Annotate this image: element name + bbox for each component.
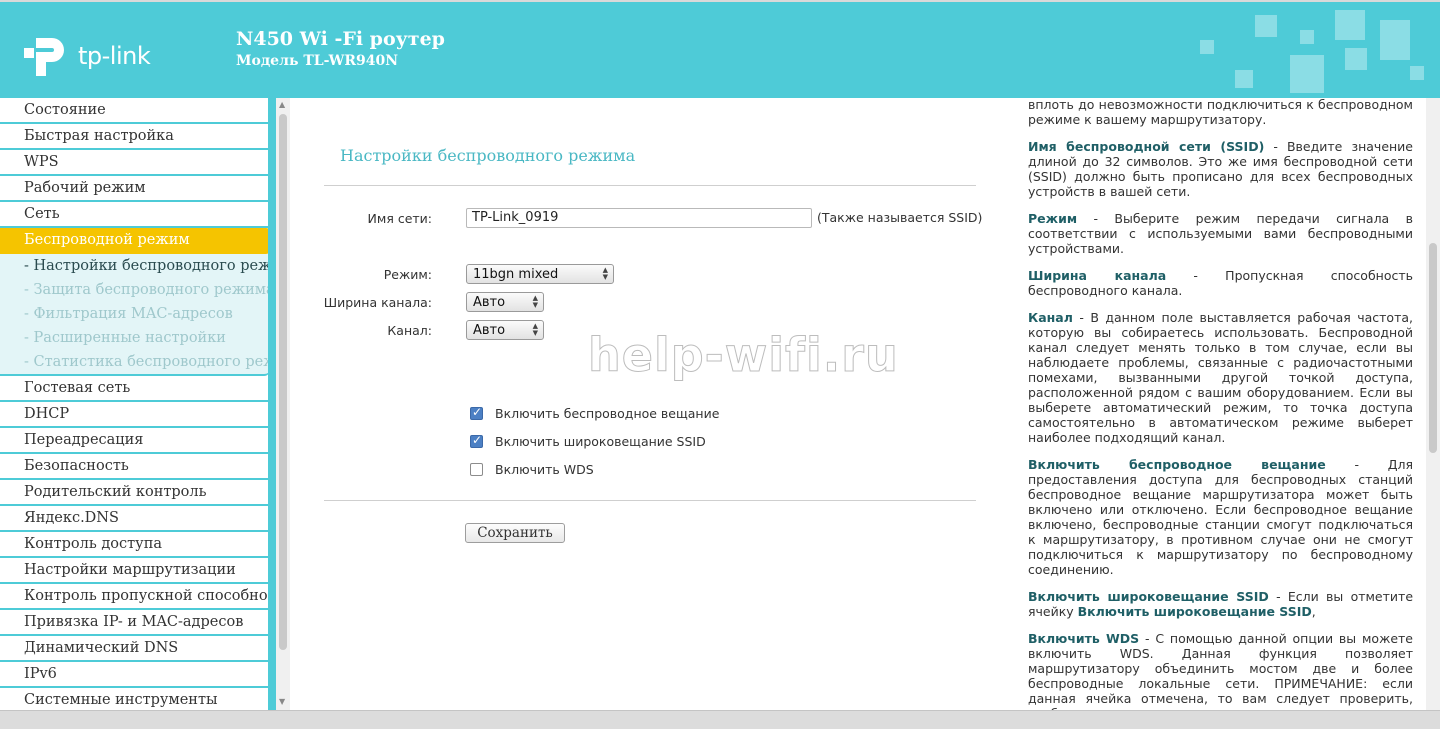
sidebar-item-ddns[interactable]: Динамический DNS	[0, 636, 270, 662]
ssid-input[interactable]: TP-Link_0919	[466, 208, 812, 228]
sidebar-item-bandwidth-control[interactable]: Контроль пропускной способности	[0, 584, 270, 610]
save-button[interactable]: Сохранить	[465, 523, 565, 543]
tp-link-logo: tp-link	[24, 28, 164, 80]
channel-width-label: Ширина канала:	[323, 295, 432, 310]
sidebar-item-guest-network[interactable]: Гостевая сеть	[0, 376, 270, 402]
sidebar-scrollbar-thumb[interactable]	[279, 114, 287, 650]
help-term-wds: Включить WDS	[1028, 631, 1140, 646]
help-term-ssid: Имя беспроводной сети (SSID)	[1028, 139, 1265, 154]
sidebar-item-dhcp[interactable]: DHCP	[0, 402, 270, 428]
sidebar-item-parental-control[interactable]: Родительский контроль	[0, 480, 270, 506]
sidebar-border	[268, 98, 276, 710]
decor-square	[1345, 48, 1367, 70]
channel-width-value: Авто	[473, 295, 506, 310]
sidebar-item-ip-mac-binding[interactable]: Привязка IP- и MAC-адресов	[0, 610, 270, 636]
sidebar-item-operation-mode[interactable]: Рабочий режим	[0, 176, 270, 202]
help-panel: вплоть до невозможности подключиться к б…	[1012, 98, 1426, 710]
help-text: вплоть до невозможности подключиться к б…	[1028, 98, 1413, 710]
sidebar-item-access-control[interactable]: Контроль доступа	[0, 532, 270, 558]
help-term-channel: Канал	[1028, 310, 1073, 325]
model-title: N450 Wi -Fi роутер	[236, 28, 445, 50]
help-term-broadcast: Включить беспроводное вещание	[1028, 457, 1326, 472]
help-term-width: Ширина канала	[1028, 268, 1167, 283]
checkbox-label: Включить беспроводное вещание	[495, 406, 720, 421]
decor-square	[1335, 10, 1365, 40]
decor-square	[1300, 30, 1314, 44]
ssid-hint: (Также называется SSID)	[817, 210, 983, 225]
sidebar-scrollbar[interactable]: ▲ ▼	[276, 98, 290, 710]
sidebar-subitem-mac-filtering[interactable]: - Фильтрация MAC-адресов	[0, 302, 270, 326]
sidebar-item-wireless[interactable]: Беспроводной режим	[0, 228, 270, 254]
select-arrows-icon: ▲ ▼	[532, 322, 538, 337]
sidebar-item-routing[interactable]: Настройки маршрутизации	[0, 558, 270, 584]
sidebar-item-status[interactable]: Состояние	[0, 98, 270, 124]
sidebar-item-forwarding[interactable]: Переадресация	[0, 428, 270, 454]
sidebar-submenu-wireless: - Настройки беспроводного режима - Защит…	[0, 254, 270, 376]
checkbox-checked-icon[interactable]	[470, 405, 483, 420]
main-panel: Настройки беспроводного режима Имя сети:…	[290, 98, 1012, 710]
scroll-down-icon[interactable]: ▼	[279, 698, 285, 706]
model-subtitle: Модель TL-WR940N	[236, 53, 399, 69]
mode-label: Режим:	[383, 267, 432, 282]
watermark: help-wifi.ru	[588, 328, 899, 383]
sidebar-item-yandex-dns[interactable]: Яндекс.DNS	[0, 506, 270, 532]
decor-square	[1235, 70, 1253, 88]
decor-square	[1410, 66, 1424, 80]
sidebar-subitem-wireless-settings[interactable]: - Настройки беспроводного режима	[0, 254, 270, 278]
divider	[324, 500, 976, 501]
horizontal-scrollbar[interactable]	[0, 710, 1440, 729]
help-desc-ssid-broadcast-end: ,	[1311, 604, 1316, 619]
help-term-ssid-broadcast: Включить широковещание SSID	[1028, 589, 1269, 604]
help-scrollbar-thumb[interactable]	[1429, 243, 1437, 453]
ssid-label: Имя сети:	[367, 211, 432, 226]
channel-width-select[interactable]: Авто ▲ ▼	[466, 292, 544, 312]
checkbox-unchecked-icon[interactable]	[470, 463, 483, 476]
help-term-mode: Режим	[1028, 211, 1078, 226]
sidebar-item-network[interactable]: Сеть	[0, 202, 270, 228]
mode-select-value: 11bgn mixed	[473, 267, 559, 282]
sidebar-item-quick-setup[interactable]: Быстрая настройка	[0, 124, 270, 150]
checkbox-checked-icon[interactable]	[470, 433, 483, 448]
help-term-ssid-broadcast-ref: Включить широковещание SSID	[1077, 604, 1312, 619]
help-intro: вплоть до невозможности подключиться к б…	[1028, 98, 1413, 127]
divider	[324, 185, 976, 186]
decor-square	[1200, 40, 1214, 54]
sidebar-item-ipv6[interactable]: IPv6	[0, 662, 270, 688]
help-desc-channel: - В данном поле выставляется рабочая час…	[1028, 310, 1413, 445]
sidebar-subitem-wireless-security[interactable]: - Защита беспроводного режима	[0, 278, 270, 302]
decor-square	[1255, 15, 1277, 37]
select-arrows-icon: ▲ ▼	[602, 266, 608, 281]
decor-square	[1380, 20, 1410, 60]
sidebar-menu: Состояние Быстрая настройка WPS Рабочий …	[0, 98, 270, 710]
sidebar-subitem-statistics[interactable]: - Статистика беспроводного режима	[0, 350, 270, 374]
checkbox-label: Включить широковещание SSID	[495, 434, 706, 449]
top-divider	[0, 0, 1440, 2]
mode-select[interactable]: 11bgn mixed ▲ ▼	[466, 264, 614, 284]
help-desc-mode: - Выберите режим передачи сигнала в соот…	[1028, 211, 1413, 256]
channel-value: Авто	[473, 323, 506, 338]
help-desc-broadcast: - Для предоставления доступа для беспров…	[1028, 457, 1413, 577]
help-scrollbar[interactable]	[1426, 98, 1440, 710]
page-title: Настройки беспроводного режима	[340, 146, 636, 165]
tp-link-logo-icon	[24, 38, 64, 76]
channel-select[interactable]: Авто ▲ ▼	[466, 320, 544, 340]
header: tp-link N450 Wi -Fi роутер Модель TL-WR9…	[0, 0, 1440, 98]
decor-square	[1290, 55, 1324, 93]
sidebar-item-wps[interactable]: WPS	[0, 150, 270, 176]
brand-text: tp-link	[78, 42, 151, 70]
sidebar-item-system-tools[interactable]: Системные инструменты	[0, 688, 270, 710]
checkbox-label: Включить WDS	[495, 462, 594, 477]
select-arrows-icon: ▲ ▼	[532, 294, 538, 309]
channel-label: Канал:	[387, 323, 432, 338]
scroll-up-icon[interactable]: ▲	[279, 101, 285, 109]
sidebar-item-security[interactable]: Безопасность	[0, 454, 270, 480]
sidebar-subitem-advanced[interactable]: - Расширенные настройки	[0, 326, 270, 350]
